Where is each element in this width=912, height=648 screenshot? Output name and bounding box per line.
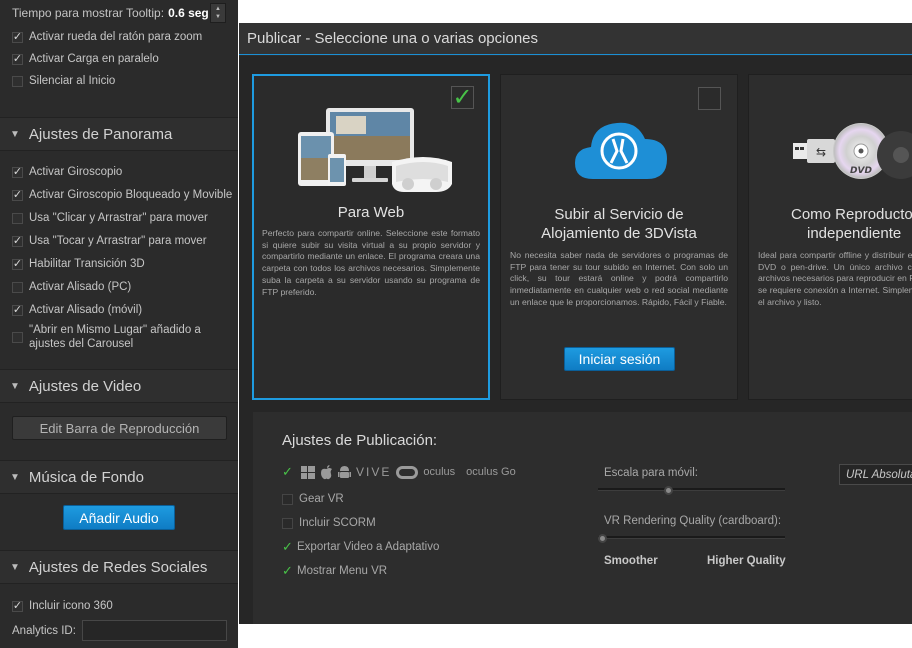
analytics-label: Analytics ID: [12,625,76,637]
stepper-down-icon[interactable]: ▼ [215,13,221,21]
tooltip-time-stepper[interactable]: ▲ ▼ [210,3,226,23]
url-mode-select[interactable]: URL Absoluta [839,464,912,485]
option-include-360-icon[interactable]: Incluir icono 360 [12,597,113,615]
checkbox[interactable] [12,212,23,224]
mobile-scale-thumb[interactable] [663,486,673,495]
checkbox[interactable] [12,304,23,316]
checkbox[interactable] [12,235,23,247]
option-gyroscope[interactable]: Activar Giroscopio [12,163,122,181]
option-gear-vr[interactable]: Gear VR [282,490,344,508]
checkbox[interactable] [12,189,23,201]
option-include-scorm[interactable]: Incluir SCORM [282,514,376,532]
checkbox[interactable] [282,493,293,505]
option-touch-drag[interactable]: Usa "Tocar y Arrastrar" para mover [12,232,207,250]
vive-logo: VIVE [356,465,392,479]
svg-text:DVD: DVD [850,166,872,176]
dialog-title: Publicar - Seleccione una o varias opcio… [239,23,912,55]
oculus-logo: oculus [423,466,456,478]
vr-quality-thumb[interactable] [598,534,607,543]
publish-web-description: Perfecto para compartir online. Seleccio… [262,228,480,297]
option-mouse-wheel-zoom[interactable]: Activar rueda del ratón para zoom [12,28,202,46]
publish-web-title: Para Web [337,204,405,221]
analytics-id-input[interactable] [82,620,227,641]
section-video-header[interactable]: ▼ Ajustes de Video [0,369,238,403]
option-export-adaptive-video[interactable]: ✓ Exportar Video a Adaptativo [282,538,439,556]
option-mute-start[interactable]: Silenciar al Inicio [12,72,115,90]
collapse-triangle-icon: ▼ [10,471,20,483]
oculus-go-logo: oculus Go [466,466,516,478]
publish-settings-title: Ajustes de Publicación: [282,432,438,449]
mobile-scale-track[interactable] [598,488,785,491]
smoother-label: Smoother [604,555,658,567]
apple-icon [321,464,332,479]
checkbox[interactable] [12,258,23,270]
tooltip-time-value[interactable]: 0.6 seg [168,6,209,20]
section-social-header[interactable]: ▼ Ajustes de Redes Sociales [0,550,238,584]
checkbox[interactable] [12,281,23,293]
checkbox[interactable] [12,75,23,87]
usb-dvd-icon: ⇆ DVD [793,123,912,179]
check-icon[interactable]: ✓ [282,539,295,555]
oculus-ring-icon [396,465,419,479]
option-3d-transition[interactable]: Habilitar Transición 3D [12,255,145,273]
option-gyroscope-locked[interactable]: Activar Giroscopio Bloqueado y Movible [12,186,232,204]
svg-text:⇆: ⇆ [816,145,826,159]
tooltip-time-row: Tiempo para mostrar Tooltip: 0.6 seg ▲ ▼ [0,0,238,26]
publish-hosting-checkbox[interactable] [698,87,721,110]
option-parallel-load[interactable]: Activar Carga en paralelo [12,50,159,68]
checkbox[interactable] [12,331,23,343]
edit-playbar-button[interactable]: Edit Barra de Reproducción [12,416,227,440]
stepper-up-icon[interactable]: ▲ [215,5,221,13]
publish-standalone-description: Ideal para compartir offline y distribui… [758,250,912,307]
vr-quality-label: VR Rendering Quality (cardboard): [604,515,782,527]
settings-panel: Tiempo para mostrar Tooltip: 0.6 seg ▲ ▼… [0,0,238,648]
checkbox[interactable] [282,517,293,529]
android-icon [338,465,351,478]
collapse-triangle-icon: ▼ [10,128,20,140]
publish-dialog: Publicar - Seleccione una o varias opcio… [239,23,912,624]
devices-icon [298,108,452,192]
checkbox[interactable] [12,166,23,178]
option-antialias-mobile[interactable]: Activar Alisado (móvil) [12,301,142,319]
publish-settings-panel: Ajustes de Publicación: ✓ VIVE oculus oc… [253,412,912,624]
check-icon[interactable]: ✓ [282,464,296,480]
cloud-3dvista-icon [575,122,667,179]
section-music-header[interactable]: ▼ Música de Fondo [0,460,238,494]
checkbox[interactable] [12,600,23,612]
login-button[interactable]: Iniciar sesión [564,347,675,371]
option-antialias-pc[interactable]: Activar Alisado (PC) [12,278,131,296]
publish-hosting-card[interactable]: Subir al Servicio de Alojamiento de 3DVi… [500,74,738,400]
vr-quality-track[interactable] [598,536,785,539]
dialog-body: Para Web Perfecto para compartir online.… [239,56,912,624]
option-show-vr-menu[interactable]: ✓ Mostrar Menu VR [282,562,387,580]
tooltip-time-label: Tiempo para mostrar Tooltip: [12,6,165,20]
collapse-triangle-icon: ▼ [10,561,20,573]
publish-hosting-description: No necesita saber nada de servidores o p… [510,250,728,307]
publish-standalone-title: Como Reproductor independiente [791,206,912,242]
publish-standalone-card[interactable]: ⇆ DVD Como Reproductor independiente Ide… [748,74,912,400]
option-click-drag[interactable]: Usa "Clicar y Arrastrar" para mover [12,209,208,227]
section-panorama-header[interactable]: ▼ Ajustes de Panorama [0,117,238,151]
checkbox[interactable] [12,53,23,65]
windows-icon [301,465,315,479]
collapse-triangle-icon: ▼ [10,380,20,392]
higher-quality-label: Higher Quality [707,555,786,567]
publish-hosting-title: Subir al Servicio de Alojamiento de 3DVi… [541,206,697,242]
mobile-scale-label: Escala para móvil: [604,467,698,479]
add-audio-button[interactable]: Añadir Audio [63,505,175,530]
publish-web-card[interactable]: Para Web Perfecto para compartir online.… [252,74,490,400]
check-icon[interactable]: ✓ [282,563,295,579]
platform-list: ✓ VIVE oculus oculus Go [282,464,516,480]
option-carousel-same-place[interactable]: "Abrir en Mismo Lugar" añadido a ajustes… [12,322,201,352]
checkbox[interactable] [12,31,23,43]
